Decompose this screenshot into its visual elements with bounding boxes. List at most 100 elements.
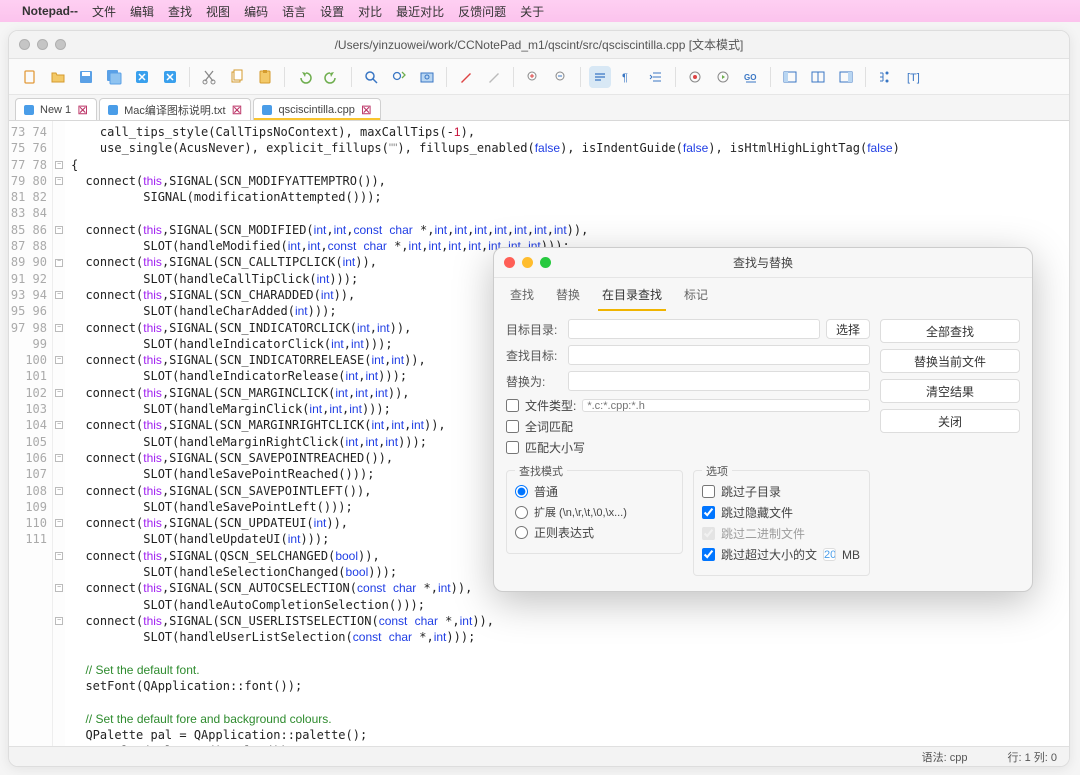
clear-results-button[interactable]: 清空结果 [880,379,1020,403]
menu-settings[interactable]: 设置 [320,3,344,20]
file-type-check[interactable] [506,399,519,412]
whole-word-check[interactable] [506,420,519,433]
save-all-icon[interactable] [103,66,125,88]
panel-left-icon[interactable] [779,66,801,88]
fold-column[interactable]: −−−−−−−−−−−−−−− [53,121,65,746]
panel-split-icon[interactable] [807,66,829,88]
wrap-icon[interactable] [589,66,611,88]
mode-normal-label: 普通 [534,483,558,500]
panel-right-icon[interactable] [835,66,857,88]
tab-close-icon[interactable]: ⊠ [232,102,243,118]
goto-icon[interactable]: GO [740,66,762,88]
play-icon[interactable] [712,66,734,88]
zoom-in-icon[interactable] [522,66,544,88]
file-type-input[interactable] [582,399,870,412]
status-position: 行: 1 列: 0 [1007,749,1057,765]
find-all-button[interactable]: 全部查找 [880,319,1020,343]
mode-regex-label: 正则表达式 [534,524,594,541]
menu-feedback[interactable]: 反馈问题 [458,3,506,20]
dialog-tab-replace[interactable]: 替换 [552,282,584,311]
redo-icon[interactable] [321,66,343,88]
open-folder-icon[interactable] [47,66,69,88]
menu-language[interactable]: 语言 [282,3,306,20]
dialog-tab-find-in-dir[interactable]: 在目录查找 [598,282,666,311]
find-target-label: 查找目标: [506,347,562,364]
line-numbers: 73 74 75 76 77 78 79 80 81 82 83 84 85 8… [9,121,53,746]
mode-regex-radio[interactable] [515,526,528,539]
search-mode-group: 查找模式 普通 扩展 (\n,\r,\t,\0,\x...) 正则表达式 [506,470,683,554]
show-symbols-icon[interactable]: ¶ [617,66,639,88]
tab-new1[interactable]: New 1 ⊠ [15,98,97,120]
maxsize-input[interactable] [823,548,836,561]
dialog-tab-find[interactable]: 查找 [506,282,538,311]
marker-clear-icon[interactable] [483,66,505,88]
close-dialog-button[interactable]: 关闭 [880,409,1020,433]
close-file-icon[interactable] [131,66,153,88]
record-icon[interactable] [684,66,706,88]
dialog-tab-mark[interactable]: 标记 [680,282,712,311]
copy-icon[interactable] [226,66,248,88]
tree-icon[interactable] [874,66,896,88]
menu-file[interactable]: 文件 [92,3,116,20]
select-dir-button[interactable]: 选择 [826,319,870,339]
tab-qsciscintilla[interactable]: qsciscintilla.cpp⊠ [253,98,380,120]
titlebar: /Users/yinzuowei/work/CCNotePad_m1/qscin… [9,31,1069,59]
menu-encoding[interactable]: 编码 [244,3,268,20]
skip-maxsize-check[interactable] [702,548,715,561]
paste-icon[interactable] [254,66,276,88]
save-icon[interactable] [75,66,97,88]
tab-mac-txt[interactable]: Mac编译图标说明.txt ⊠ [99,98,251,120]
match-case-check[interactable] [506,441,519,454]
tab-close-icon[interactable]: ⊠ [77,102,88,118]
find-in-dir-icon[interactable] [416,66,438,88]
window-title: /Users/yinzuowei/work/CCNotePad_m1/qscin… [9,36,1069,53]
close-icon[interactable] [19,39,30,50]
mb-label: MB [842,548,860,562]
close-all-icon[interactable] [159,66,181,88]
indent-icon[interactable] [645,66,667,88]
replace-icon[interactable] [388,66,410,88]
replace-with-input[interactable] [568,371,870,391]
tab-label: New 1 [40,104,71,116]
undo-icon[interactable] [293,66,315,88]
tab-close-icon[interactable]: ⊠ [361,102,372,118]
mode-normal-radio[interactable] [515,485,528,498]
options-group: 选项 跳过子目录 跳过隐藏文件 跳过二进制文件 跳过超过大小的文 MB [693,470,870,576]
options-title: 选项 [702,463,732,479]
file-icon [108,105,118,115]
svg-text:¶: ¶ [622,72,628,84]
match-case-label: 匹配大小写 [525,439,585,456]
font-icon[interactable]: [T] [902,66,924,88]
marker-red-icon[interactable] [455,66,477,88]
menu-find[interactable]: 查找 [168,3,192,20]
app-name[interactable]: Notepad-- [22,4,78,18]
menu-view[interactable]: 视图 [206,3,230,20]
tab-label: Mac编译图标说明.txt [124,102,225,118]
cut-icon[interactable] [198,66,220,88]
replace-with-label: 替换为: [506,373,562,390]
file-type-label: 文件类型: [525,397,576,414]
target-dir-input[interactable] [568,319,820,339]
status-language: 语法: cpp [922,749,968,765]
zoom-out-icon[interactable] [550,66,572,88]
find-target-input[interactable] [568,345,870,365]
skip-subdir-check[interactable] [702,485,715,498]
replace-current-button[interactable]: 替换当前文件 [880,349,1020,373]
menu-recent-compare[interactable]: 最近对比 [396,3,444,20]
menu-edit[interactable]: 编辑 [130,3,154,20]
search-mode-title: 查找模式 [515,463,567,479]
new-file-icon[interactable] [19,66,41,88]
macos-menubar: Notepad-- 文件 编辑 查找 视图 编码 语言 设置 对比 最近对比 反… [0,0,1080,22]
zoom-icon[interactable] [55,39,66,50]
skip-binary-label: 跳过二进制文件 [721,525,805,542]
target-dir-label: 目标目录: [506,321,562,338]
skip-hidden-check[interactable] [702,506,715,519]
find-icon[interactable] [360,66,382,88]
dialog-title: 查找与替换 [494,254,1032,271]
menu-about[interactable]: 关于 [520,3,544,20]
minimize-icon[interactable] [37,39,48,50]
mode-extended-radio[interactable] [515,506,528,519]
menu-compare[interactable]: 对比 [358,3,382,20]
toolbar: ¶ GO [T] [9,59,1069,95]
dialog-titlebar[interactable]: 查找与替换 [494,248,1032,278]
